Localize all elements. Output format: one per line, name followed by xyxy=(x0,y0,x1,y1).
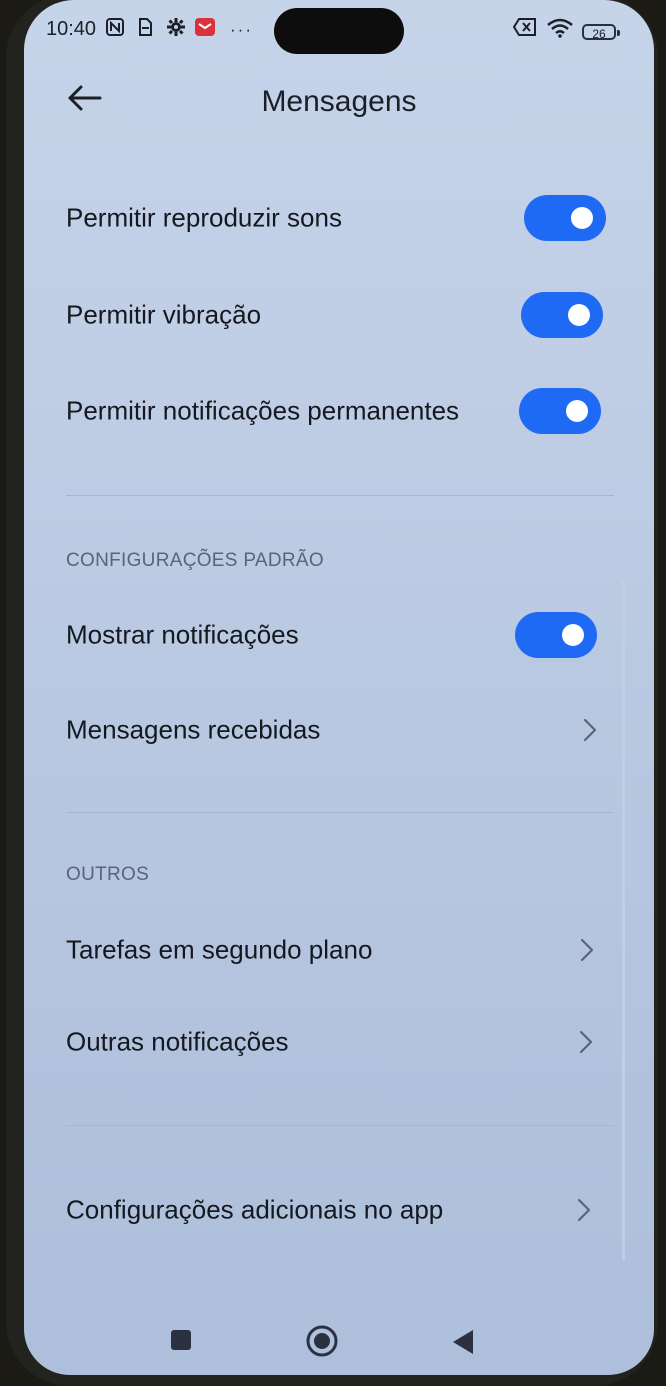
item-label: Tarefas em segundo plano xyxy=(66,934,373,965)
chevron-right-icon xyxy=(583,718,597,742)
list-item-received-messages[interactable]: Mensagens recebidas xyxy=(24,690,654,770)
list-item-other-notifications[interactable]: Outras notificações xyxy=(24,1002,654,1082)
toggle-label: Mostrar notificações xyxy=(66,619,299,650)
toggle-knob xyxy=(566,400,588,422)
list-item-background-tasks[interactable]: Tarefas em segundo plano xyxy=(24,910,654,990)
home-circle-icon[interactable] xyxy=(305,1324,339,1358)
item-label: Mensagens recebidas xyxy=(66,714,321,745)
wifi-icon xyxy=(547,18,573,45)
toggle-knob xyxy=(568,304,590,326)
chevron-right-icon xyxy=(579,1030,593,1054)
battery-icon: 26 xyxy=(582,24,620,41)
divider xyxy=(66,812,614,813)
section-header-default: CONFIGURAÇÕES PADRÃO xyxy=(66,550,324,571)
item-label: Configurações adicionais no app xyxy=(66,1194,444,1225)
chevron-right-icon xyxy=(577,1198,591,1222)
back-triangle-icon[interactable] xyxy=(451,1328,475,1356)
status-time: 10:40 xyxy=(46,18,97,40)
status-bar: 10:40 ··· 26 xyxy=(24,0,654,64)
toggle-knob xyxy=(562,624,584,646)
toggle-row-vibration[interactable]: Permitir vibração xyxy=(24,275,654,355)
mail-icon xyxy=(195,18,215,43)
toggle-knob xyxy=(571,207,593,229)
divider xyxy=(66,495,614,496)
toggle-label: Permitir reproduzir sons xyxy=(66,202,342,233)
nfc-icon xyxy=(106,18,124,43)
gear-icon xyxy=(167,18,185,43)
vibration-toggle[interactable] xyxy=(521,292,603,338)
toggle-row-persistent[interactable]: Permitir notificações permanentes xyxy=(24,371,654,451)
toggle-row-sounds[interactable]: Permitir reproduzir sons xyxy=(24,178,654,258)
camera-notch xyxy=(274,8,404,54)
list-item-additional-settings[interactable]: Configurações adicionais no app xyxy=(24,1170,654,1250)
screen: 10:40 ··· 26 Mensagens Permitir reproduz… xyxy=(24,0,654,1375)
sounds-toggle[interactable] xyxy=(524,195,606,241)
no-sim-icon xyxy=(512,18,537,43)
navigation-bar xyxy=(24,1300,654,1375)
section-header-others: OUTROS xyxy=(66,864,150,885)
recents-square-icon[interactable] xyxy=(169,1328,193,1352)
scrollbar[interactable] xyxy=(622,580,625,1260)
toggle-label: Permitir notificações permanentes xyxy=(66,395,460,426)
item-label: Outras notificações xyxy=(66,1026,289,1057)
page-title: Mensagens xyxy=(261,85,417,118)
divider xyxy=(66,1125,614,1126)
chevron-right-icon xyxy=(580,938,594,962)
sim-icon xyxy=(138,18,152,43)
toggle-row-show-notifications[interactable]: Mostrar notificações xyxy=(24,595,654,675)
toggle-label: Permitir vibração xyxy=(66,299,262,330)
show-notifications-toggle[interactable] xyxy=(515,612,597,658)
more-icon: ··· xyxy=(230,20,253,39)
persistent-toggle[interactable] xyxy=(519,388,601,434)
